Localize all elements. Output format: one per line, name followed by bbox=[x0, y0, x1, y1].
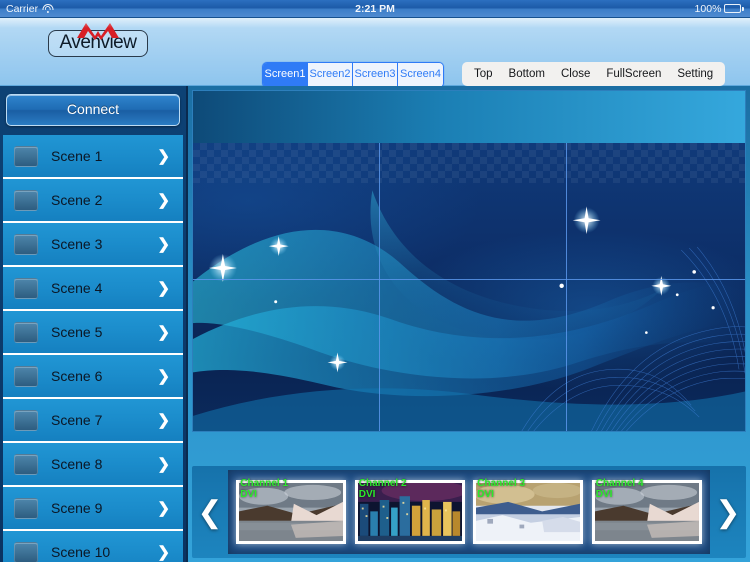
channel-card[interactable]: Channel 4 DVI bbox=[591, 478, 702, 544]
carrier-label: Carrier bbox=[6, 2, 39, 15]
channel-source-label: DVI bbox=[240, 489, 257, 500]
channel-name-label: Channel 2 bbox=[358, 478, 407, 489]
chevron-right-icon[interactable]: ❯ bbox=[710, 466, 746, 558]
status-right: 100% bbox=[695, 3, 744, 15]
scene-thumb-icon bbox=[14, 409, 38, 431]
scene-thumb-icon bbox=[14, 321, 38, 343]
wallpaper-artwork bbox=[193, 190, 745, 431]
scene-row[interactable]: Scene 10 ❯ bbox=[3, 531, 183, 562]
scene-sidebar: Connect Scene 1 ❯ Scene 2 ❯ Scene 3 ❯ Sc… bbox=[0, 86, 188, 562]
scene-label: Scene 5 bbox=[51, 324, 103, 340]
chevron-right-icon: ❯ bbox=[157, 455, 170, 473]
channel-name-label: Channel 4 bbox=[595, 478, 644, 489]
wall-grid-vline-1 bbox=[379, 143, 380, 431]
scene-thumb-icon bbox=[14, 541, 38, 562]
scene-label: Scene 9 bbox=[51, 500, 103, 516]
window-toolbar: Top Bottom Close FullScreen Setting bbox=[462, 62, 726, 86]
video-wall-canvas[interactable] bbox=[192, 90, 746, 432]
main-stage: ❮ Channel 1 DVI Channel 2 DVI Channel 3 … bbox=[188, 86, 750, 562]
scene-row[interactable]: Scene 1 ❯ bbox=[3, 135, 183, 179]
channel-source-label: DVI bbox=[358, 489, 376, 500]
scene-thumb-icon bbox=[14, 365, 38, 387]
status-left: Carrier bbox=[6, 2, 54, 15]
scene-thumb-icon bbox=[14, 277, 38, 299]
chevron-right-icon: ❯ bbox=[157, 147, 170, 165]
app-root: Carrier 2:21 PM 100% Avenview Screen1 Sc… bbox=[0, 0, 750, 562]
scene-row[interactable]: Scene 4 ❯ bbox=[3, 267, 183, 311]
scene-list[interactable]: Scene 1 ❯ Scene 2 ❯ Scene 3 ❯ Scene 4 ❯ … bbox=[0, 135, 186, 562]
scene-row[interactable]: Scene 8 ❯ bbox=[3, 443, 183, 487]
screen-selector[interactable]: Screen1 Screen2 Screen3 Screen4 bbox=[262, 62, 444, 88]
chevron-right-icon: ❯ bbox=[157, 279, 170, 297]
scene-row[interactable]: Scene 7 ❯ bbox=[3, 399, 183, 443]
scene-label: Scene 1 bbox=[51, 148, 103, 164]
screen-tab-4[interactable]: Screen4 bbox=[398, 63, 443, 87]
scene-row[interactable]: Scene 5 ❯ bbox=[3, 311, 183, 355]
scene-label: Scene 2 bbox=[51, 192, 103, 208]
scene-label: Scene 10 bbox=[51, 544, 111, 560]
fullscreen-button[interactable]: FullScreen bbox=[598, 62, 669, 86]
av-chevron-mark-icon bbox=[75, 20, 121, 40]
scene-label: Scene 3 bbox=[51, 236, 103, 252]
close-button[interactable]: Close bbox=[553, 62, 598, 86]
channel-strip: ❮ Channel 1 DVI Channel 2 DVI Channel 3 … bbox=[192, 466, 746, 558]
wall-grid-hline-1 bbox=[193, 279, 745, 280]
scene-label: Scene 8 bbox=[51, 456, 103, 472]
screen-tab-2[interactable]: Screen2 bbox=[308, 63, 353, 87]
scene-row[interactable]: Scene 9 ❯ bbox=[3, 487, 183, 531]
wifi-icon bbox=[42, 4, 54, 13]
wall-grid-vline-2 bbox=[566, 143, 567, 431]
scene-label: Scene 7 bbox=[51, 412, 103, 428]
scene-label: Scene 4 bbox=[51, 280, 103, 296]
scene-thumb-icon bbox=[14, 453, 38, 475]
scene-thumb-icon bbox=[14, 233, 38, 255]
connect-area: Connect bbox=[0, 86, 186, 135]
chevron-right-icon: ❯ bbox=[157, 499, 170, 517]
channel-source-label: DVI bbox=[595, 489, 613, 500]
bottom-button[interactable]: Bottom bbox=[501, 62, 553, 86]
chevron-right-icon: ❯ bbox=[157, 411, 170, 429]
chevron-right-icon: ❯ bbox=[157, 543, 170, 561]
scene-thumb-icon bbox=[14, 189, 38, 211]
battery-full-icon bbox=[724, 4, 744, 13]
connect-button[interactable]: Connect bbox=[6, 94, 180, 126]
scene-thumb-icon bbox=[14, 497, 38, 519]
chevron-right-icon: ❯ bbox=[157, 367, 170, 385]
channel-card[interactable]: Channel 3 DVI bbox=[473, 478, 584, 544]
scene-row[interactable]: Scene 3 ❯ bbox=[3, 223, 183, 267]
channel-card[interactable]: Channel 1 DVI bbox=[236, 478, 347, 544]
chevron-left-icon[interactable]: ❮ bbox=[192, 466, 228, 558]
brand-logo: Avenview bbox=[48, 23, 148, 57]
scene-row[interactable]: Scene 2 ❯ bbox=[3, 179, 183, 223]
channel-card[interactable]: Channel 2 DVI bbox=[354, 478, 465, 544]
screen-tab-3[interactable]: Screen3 bbox=[353, 63, 398, 87]
channel-name-label: Channel 3 bbox=[477, 478, 526, 489]
scene-thumb-icon bbox=[14, 145, 38, 167]
setting-button[interactable]: Setting bbox=[669, 62, 721, 86]
ios-status-bar: Carrier 2:21 PM 100% bbox=[0, 0, 750, 18]
chevron-right-icon: ❯ bbox=[157, 323, 170, 341]
channel-track: Channel 1 DVI Channel 2 DVI Channel 3 DV… bbox=[228, 470, 710, 554]
channel-source-label: DVI bbox=[477, 489, 494, 500]
status-clock: 2:21 PM bbox=[355, 2, 395, 15]
chevron-right-icon: ❯ bbox=[157, 235, 170, 253]
app-header: Avenview Screen1 Screen2 Screen3 Screen4… bbox=[0, 18, 750, 88]
scene-row[interactable]: Scene 6 ❯ bbox=[3, 355, 183, 399]
top-button[interactable]: Top bbox=[466, 62, 501, 86]
channel-name-label: Channel 1 bbox=[240, 478, 289, 489]
chevron-right-icon: ❯ bbox=[157, 191, 170, 209]
battery-percent-label: 100% bbox=[694, 2, 722, 15]
screen-tab-1[interactable]: Screen1 bbox=[263, 63, 308, 87]
scene-label: Scene 6 bbox=[51, 368, 103, 384]
